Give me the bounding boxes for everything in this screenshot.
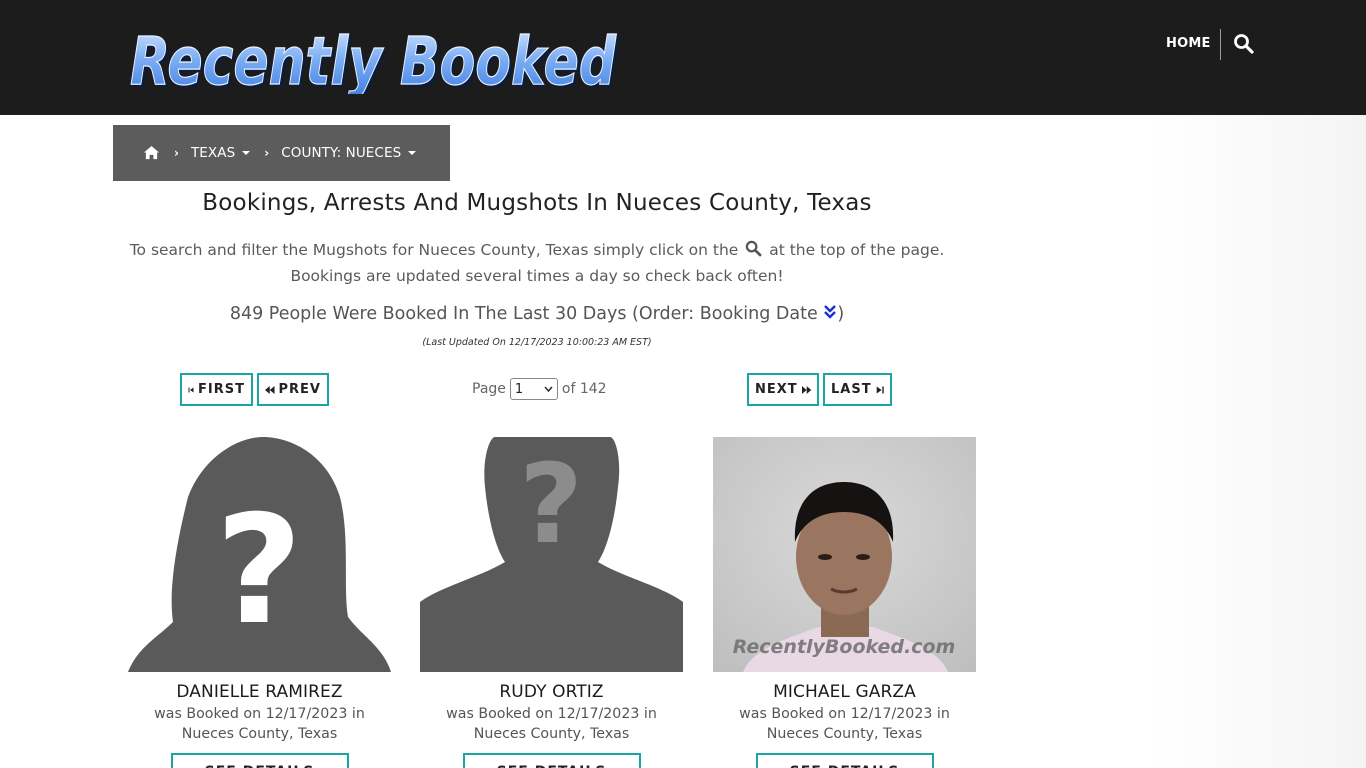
last-label: LAST	[831, 382, 872, 397]
svg-text:Recently Booked: Recently Booked	[130, 23, 617, 94]
female-silhouette-placeholder[interactable]: ?	[128, 437, 391, 672]
watermark-text: RecentlyBooked.com	[733, 636, 956, 658]
booking-location: Nueces County, Texas	[181, 726, 338, 742]
booking-date: was Booked on 12/17/2023 in	[154, 706, 365, 722]
booking-count-text: 849 People Were Booked In The Last 30 Da…	[229, 304, 818, 324]
person-name[interactable]: RUDY ORTIZ	[420, 682, 683, 702]
home-icon[interactable]	[143, 145, 160, 162]
svg-text:?: ?	[215, 484, 302, 658]
intro-text: To search and filter the Mugshots for Nu…	[113, 237, 961, 289]
booking-location: Nueces County, Texas	[766, 726, 923, 742]
page-total: of 142	[561, 381, 607, 397]
see-details-button[interactable]: SEE DETAILS	[462, 753, 641, 768]
person-name[interactable]: MICHAEL GARZA	[713, 682, 976, 702]
nav-home-link[interactable]: HOME	[1152, 34, 1225, 54]
booking-info: was Booked on 12/17/2023 in Nueces Count…	[713, 704, 976, 744]
chevron-right-icon: ›	[174, 146, 179, 160]
prev-page-button[interactable]: PREV	[257, 373, 329, 406]
booking-info: was Booked on 12/17/2023 in Nueces Count…	[128, 704, 391, 744]
caret-down-icon	[242, 151, 251, 155]
booking-card[interactable]: ? DANIELLE RAMIREZ was Booked on 12/17/2…	[128, 437, 391, 768]
nav-divider	[1220, 29, 1221, 60]
first-page-button[interactable]: FIRST	[180, 373, 253, 406]
search-icon[interactable]	[1233, 33, 1255, 55]
sort-order-icon[interactable]	[823, 304, 837, 320]
intro-text-part1: To search and filter the Mugshots for Nu…	[129, 241, 739, 259]
see-details-button[interactable]: SEE DETAILS	[170, 753, 349, 768]
forward-icon	[801, 385, 811, 394]
caret-down-icon	[408, 151, 417, 155]
booking-card[interactable]: RecentlyBooked.com MICHAEL GARZA was Boo…	[713, 437, 976, 768]
last-icon	[876, 385, 884, 394]
last-updated: (Last Updated On 12/17/2023 10:00:23 AM …	[422, 337, 652, 348]
chevron-down-icon	[544, 386, 553, 392]
breadcrumb: › TEXAS › COUNTY: NUECES	[113, 125, 450, 181]
page-select-value: 1	[514, 381, 524, 397]
page-selector: Page 1 of 142	[472, 378, 607, 400]
page-select[interactable]: 1	[509, 378, 558, 400]
chevron-right-icon: ›	[264, 146, 270, 160]
site-logo[interactable]: Recently Booked Recently Booked	[124, 14, 624, 94]
booking-count-close: )	[837, 304, 845, 324]
search-icon	[745, 239, 762, 257]
breadcrumb-county[interactable]: COUNTY: NUECES	[281, 145, 417, 161]
mugshot-photo[interactable]: RecentlyBooked.com	[713, 437, 976, 672]
first-label: FIRST	[198, 382, 245, 397]
booking-date: was Booked on 12/17/2023 in	[446, 706, 657, 722]
booking-location: Nueces County, Texas	[473, 726, 630, 742]
booking-info: was Booked on 12/17/2023 in Nueces Count…	[420, 704, 683, 744]
svg-text:?: ?	[519, 440, 583, 568]
page-label: Page	[472, 381, 506, 397]
next-page-button[interactable]: NEXT	[747, 373, 819, 406]
person-name[interactable]: DANIELLE RAMIREZ	[128, 682, 391, 702]
see-details-button[interactable]: SEE DETAILS	[755, 753, 934, 768]
booking-count: 849 People Were Booked In The Last 30 Da…	[113, 304, 961, 324]
logo-wordmark: Recently Booked Recently Booked	[129, 22, 619, 94]
backward-icon	[265, 385, 275, 394]
first-icon	[188, 386, 194, 393]
top-bar: Recently Booked Recently Booked HOME	[0, 0, 1366, 115]
booking-date: was Booked on 12/17/2023 in	[739, 706, 950, 722]
prev-label: PREV	[278, 382, 321, 397]
breadcrumb-state-label: TEXAS	[190, 145, 236, 161]
next-label: NEXT	[755, 382, 798, 397]
breadcrumb-county-label: COUNTY: NUECES	[281, 145, 402, 161]
page-title: Bookings, Arrests And Mugshots In Nueces…	[202, 190, 872, 216]
male-silhouette-placeholder[interactable]: ?	[420, 437, 683, 672]
breadcrumb-state[interactable]: TEXAS	[190, 145, 251, 161]
booking-card[interactable]: ? RUDY ORTIZ was Booked on 12/17/2023 in…	[420, 437, 683, 768]
last-page-button[interactable]: LAST	[823, 373, 892, 406]
right-background	[1000, 115, 1366, 768]
